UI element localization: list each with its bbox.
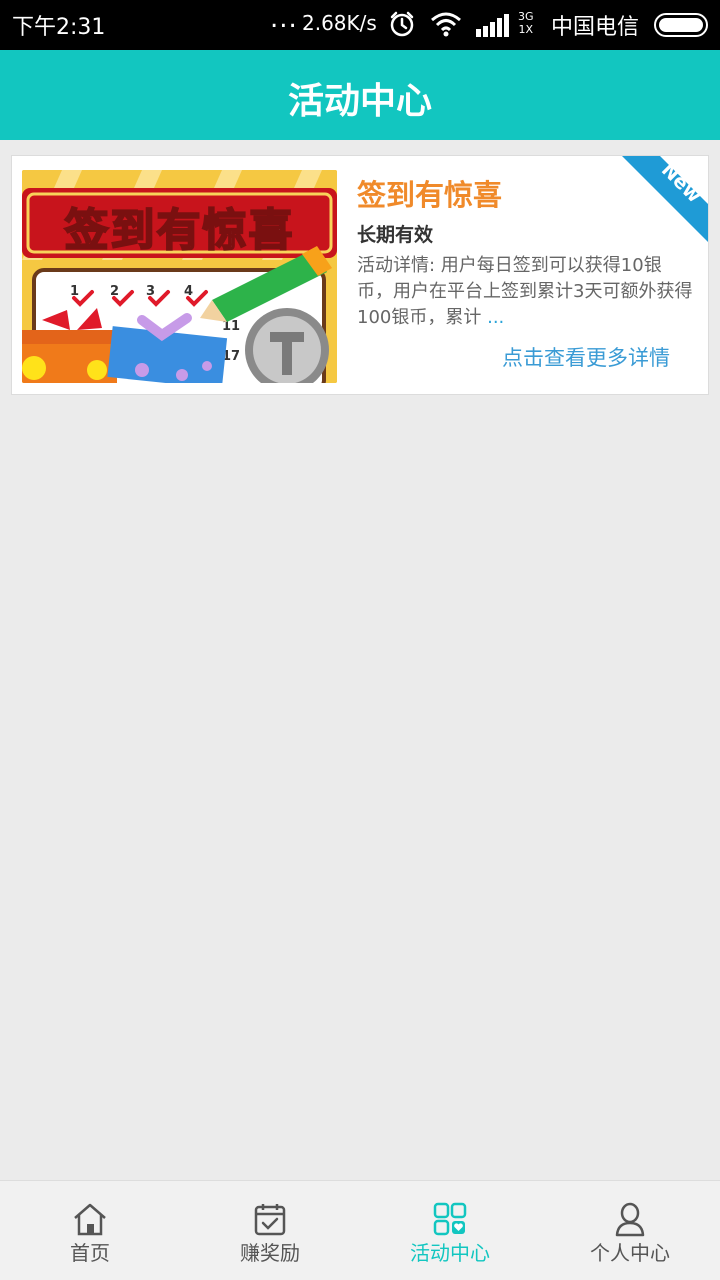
- description-ellipsis: ...: [487, 307, 505, 328]
- more-details-link[interactable]: 点击查看更多详情: [502, 342, 670, 372]
- app-header: 活动中心: [0, 50, 720, 140]
- grid-heart-icon: [432, 1201, 468, 1237]
- alarm-icon: [388, 10, 416, 42]
- activity-title: 签到有惊喜: [357, 178, 503, 212]
- status-net-speed: 2.68K/s: [302, 11, 377, 35]
- activity-validity: 长期有效: [357, 224, 434, 246]
- status-more-dots: ...: [270, 4, 298, 34]
- status-time: 下午2:31: [12, 15, 106, 40]
- network-type: 3G 1X: [518, 10, 534, 36]
- tab-home[interactable]: 首页: [0, 1181, 180, 1280]
- bottom-tab-bar: 首页 赚奖励 活动中心 个人中心: [0, 1180, 720, 1280]
- tab-profile[interactable]: 个人中心: [540, 1181, 720, 1280]
- calendar-check-icon: [252, 1201, 288, 1237]
- battery-icon: [654, 13, 708, 37]
- tab-label: 个人中心: [590, 1241, 670, 1265]
- page-title: 活动中心: [287, 81, 432, 122]
- person-icon: [612, 1201, 648, 1237]
- activity-image-text: 签到有惊喜: [64, 204, 295, 257]
- tab-activity-center[interactable]: 活动中心: [360, 1181, 540, 1280]
- signal-icon: [476, 13, 516, 41]
- carrier-name: 中国电信: [551, 15, 640, 40]
- tab-label: 赚奖励: [240, 1241, 300, 1265]
- tab-rewards[interactable]: 赚奖励: [180, 1181, 360, 1280]
- tab-label: 活动中心: [410, 1241, 490, 1265]
- status-bar: 下午2:31 ... 2.68K/s 3G 1X 中国电信: [0, 0, 720, 50]
- activity-description: 活动详情: 用户每日签到可以获得10银币，用户在平台上签到累计3天可额外获得10…: [357, 255, 693, 328]
- tab-label: 首页: [70, 1241, 110, 1265]
- home-icon: [72, 1201, 108, 1237]
- new-badge: New: [622, 156, 708, 242]
- wifi-icon: [430, 11, 462, 41]
- activity-image[interactable]: 1234 111217 签到有惊喜: [22, 170, 337, 383]
- activity-card[interactable]: 1234 111217 签到有惊喜 签到有惊喜 长期有效: [11, 155, 709, 395]
